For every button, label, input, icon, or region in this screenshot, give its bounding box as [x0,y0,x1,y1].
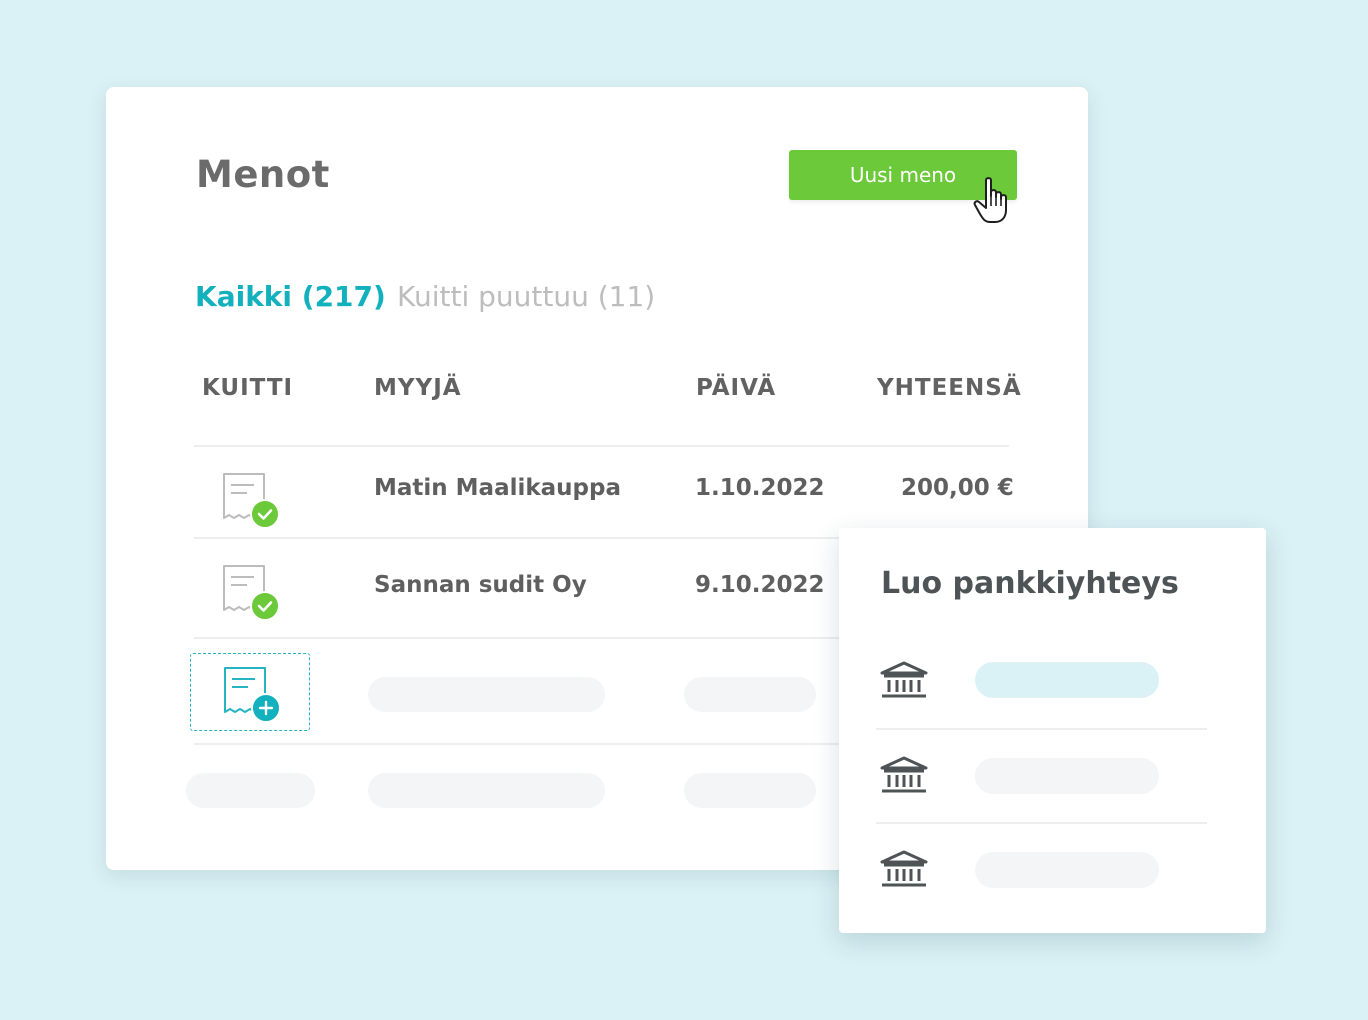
bank-placeholder [975,758,1159,794]
bank-icon [880,756,928,793]
bank-divider [876,728,1207,730]
row-date: 9.10.2022 [695,572,825,598]
placeholder-bar [684,677,816,712]
hand-pointer-icon [973,177,1007,223]
tab-receipt-missing[interactable]: Kuitti puuttuu (11) [397,280,655,313]
new-expense-button-label: Uusi meno [849,163,957,187]
bank-placeholder [975,852,1159,888]
row-total: 200,00 € [901,475,1014,501]
bank-divider [876,822,1207,824]
tab-all[interactable]: Kaikki (217) [195,280,386,313]
placeholder-bar [684,773,816,808]
column-header-receipt: KUITTI [202,375,294,401]
column-header-vendor: MYYJÄ [374,375,462,401]
column-header-total: YHTEENSÄ [877,375,1022,401]
bank-panel-title: Luo pankkiyhteys [881,566,1179,601]
bank-connection-panel: Luo pankkiyhteys [839,528,1266,933]
row-vendor: Sannan sudit Oy [374,572,587,598]
receipt-upload-dropzone[interactable] [190,653,310,731]
bank-placeholder-active [975,662,1159,698]
receipt-check-icon [223,473,280,529]
row-date: 1.10.2022 [695,475,825,501]
receipt-check-icon [223,565,280,621]
bank-icon [880,661,928,698]
placeholder-bar [368,773,605,808]
bank-icon [880,850,928,887]
row-vendor: Matin Maalikauppa [374,475,622,501]
placeholder-bar [186,773,315,808]
page-title: Menot [196,153,330,196]
column-header-date: PÄIVÄ [696,375,777,401]
receipt-add-icon [224,667,281,723]
placeholder-bar [368,677,605,712]
table-divider [194,445,1009,447]
